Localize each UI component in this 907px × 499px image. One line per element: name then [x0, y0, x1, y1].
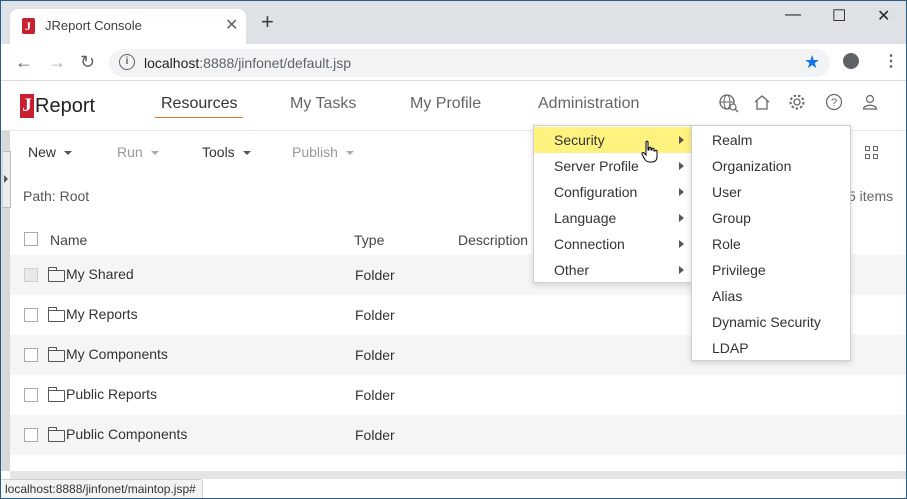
nav-resources[interactable]: Resources [154, 95, 245, 118]
submenu-item-role[interactable]: Role [692, 231, 850, 257]
row-type: Folder [355, 347, 395, 363]
row-type: Folder [355, 387, 395, 403]
row-checkbox[interactable] [24, 388, 38, 402]
column-header-type[interactable]: Type [354, 232, 384, 248]
path-breadcrumb: Path: Root [23, 188, 90, 204]
submenu-item-realm[interactable]: Realm [692, 127, 850, 153]
submenu-item-group[interactable]: Group [692, 205, 850, 231]
browser-menu-icon[interactable]: ⋮ [883, 51, 899, 71]
administration-menu: Security Server Profile Configuration La… [533, 125, 693, 283]
submenu-item-organization[interactable]: Organization [692, 153, 850, 179]
chevron-right-icon [679, 240, 684, 248]
chevron-down-icon [150, 151, 159, 156]
hand-cursor-icon [641, 140, 658, 163]
new-menu-button[interactable]: New [28, 144, 73, 160]
folder-icon [48, 387, 65, 402]
row-type: Folder [355, 267, 395, 283]
nav-administration[interactable]: Administration [538, 95, 639, 113]
row-name[interactable]: My Components [66, 346, 168, 362]
back-icon[interactable]: ← [15, 52, 33, 73]
chevron-right-icon [679, 266, 684, 274]
menu-item-server-profile[interactable]: Server Profile [534, 153, 692, 179]
user-icon[interactable] [862, 93, 878, 111]
browser-toolbar: ← → ↻ i localhost:8888/jinfonet/default.… [1, 44, 906, 81]
chevron-right-icon [679, 214, 684, 222]
submenu-item-ldap[interactable]: LDAP [692, 335, 850, 361]
chevron-down-icon [64, 151, 73, 156]
nav-my-profile[interactable]: My Profile [410, 95, 481, 113]
jreport-logo: J Report [20, 94, 95, 118]
app-header: J Report Resources My Tasks My Profile Ad… [1, 81, 906, 131]
home-icon[interactable] [753, 94, 771, 111]
chevron-down-icon [345, 151, 354, 156]
column-header-name[interactable]: Name [50, 232, 87, 248]
profile-avatar-icon[interactable] [843, 53, 859, 69]
browser-tab[interactable]: J JReport Console ✕ [10, 9, 246, 44]
address-bar[interactable]: i localhost:8888/jinfonet/default.jsp ★ [109, 49, 830, 77]
menu-item-configuration[interactable]: Configuration [534, 179, 692, 205]
expand-panel-handle[interactable] [3, 151, 11, 208]
globe-search-icon[interactable] [718, 93, 740, 113]
forward-icon[interactable]: → [48, 52, 66, 73]
tools-menu-button[interactable]: Tools [202, 144, 251, 160]
submenu-item-privilege[interactable]: Privilege [692, 257, 850, 283]
chevron-right-icon [679, 162, 684, 170]
publish-menu-button[interactable]: Publish [292, 144, 354, 160]
folder-icon [48, 267, 65, 282]
jreport-favicon-icon: J [22, 18, 35, 34]
chevron-right-icon [679, 136, 684, 144]
window-close-icon[interactable]: ✕ [877, 6, 890, 26]
nav-my-tasks[interactable]: My Tasks [290, 95, 356, 113]
menu-item-other[interactable]: Other [534, 257, 692, 283]
tab-strip: J JReport Console ✕ + — ☐ ✕ [1, 1, 906, 44]
browser-window: J JReport Console ✕ + — ☐ ✕ ← → ↻ i loca… [0, 0, 907, 499]
folder-icon [48, 347, 65, 362]
submenu-item-dynamic-security[interactable]: Dynamic Security [692, 309, 850, 335]
row-type: Folder [355, 427, 395, 443]
row-checkbox[interactable] [24, 308, 38, 322]
row-checkbox[interactable] [24, 268, 38, 282]
submenu-item-alias[interactable]: Alias [692, 283, 850, 309]
svg-text:?: ? [831, 97, 837, 109]
row-checkbox[interactable] [24, 348, 38, 362]
tab-close-icon[interactable]: ✕ [225, 15, 238, 35]
row-name[interactable]: My Shared [66, 266, 134, 282]
menu-item-connection[interactable]: Connection [534, 231, 692, 257]
bookmark-star-icon[interactable]: ★ [804, 52, 820, 73]
table-row[interactable]: Public Reports Folder [10, 375, 906, 415]
help-icon[interactable]: ? [825, 93, 843, 111]
site-info-icon[interactable]: i [119, 54, 135, 70]
row-name[interactable]: My Reports [66, 306, 138, 322]
grid-view-icon[interactable] [865, 146, 878, 159]
menu-item-language[interactable]: Language [534, 205, 692, 231]
select-all-checkbox[interactable] [24, 232, 38, 246]
new-tab-icon[interactable]: + [261, 11, 274, 33]
chevron-down-icon [242, 151, 251, 156]
table-row[interactable]: Public Components Folder [10, 415, 906, 455]
run-menu-button[interactable]: Run [117, 144, 159, 160]
folder-icon [48, 427, 65, 442]
folder-icon [48, 307, 65, 322]
tab-title: JReport Console [45, 18, 142, 33]
horizontal-scrollbar[interactable] [10, 471, 906, 479]
url-text: localhost:8888/jinfonet/default.jsp [144, 55, 352, 71]
menu-item-security[interactable]: Security [534, 127, 692, 153]
row-checkbox[interactable] [24, 428, 38, 442]
row-name[interactable]: Public Reports [66, 386, 157, 402]
row-name[interactable]: Public Components [66, 426, 187, 442]
maximize-icon[interactable]: ☐ [832, 6, 846, 26]
row-type: Folder [355, 307, 395, 323]
submenu-item-user[interactable]: User [692, 179, 850, 205]
column-header-description[interactable]: Description [458, 232, 528, 248]
minimize-icon[interactable]: — [785, 6, 801, 24]
chevron-right-icon [679, 188, 684, 196]
status-url-bar: localhost:8888/jinfonet/maintop.jsp# [1, 479, 203, 498]
item-count: 5 items [848, 188, 894, 204]
gear-icon[interactable] [788, 93, 806, 111]
security-submenu: Realm Organization User Group Role Privi… [691, 125, 851, 361]
reload-icon[interactable]: ↻ [80, 52, 95, 73]
